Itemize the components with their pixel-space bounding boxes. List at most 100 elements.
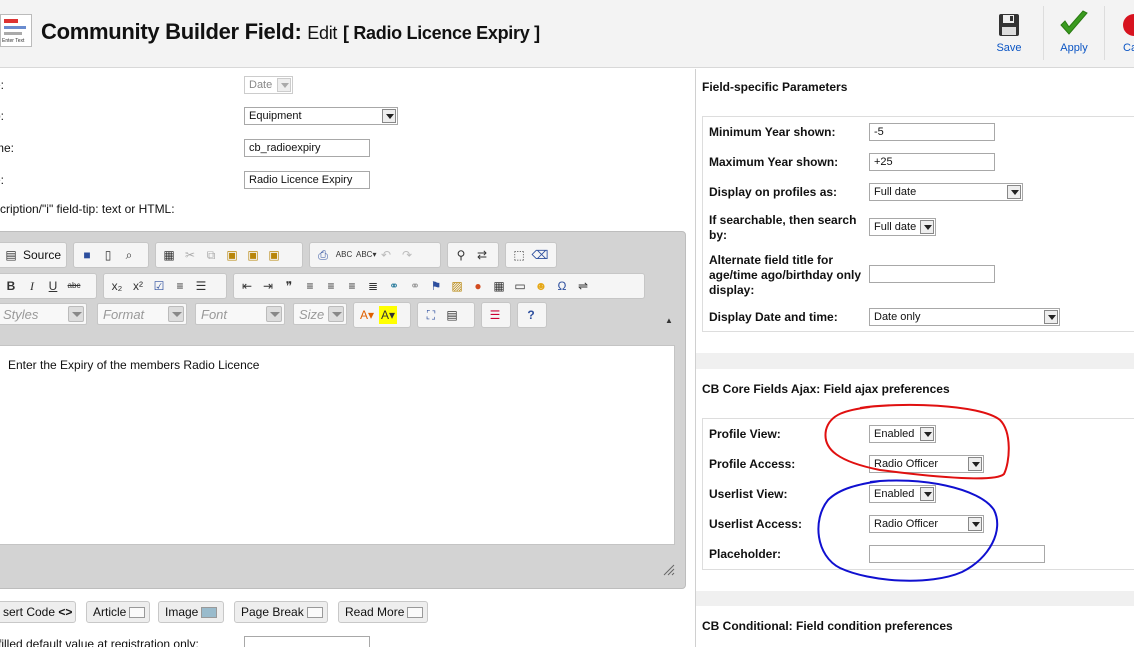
min-year-field[interactable]: -5 — [869, 123, 995, 141]
spellcheck-icon[interactable]: ABC — [335, 246, 353, 264]
table-icon[interactable]: ▦ — [490, 277, 508, 295]
align-center-icon[interactable]: ≡ — [322, 277, 340, 295]
select-all-icon[interactable]: ⬚ — [510, 246, 528, 264]
profile-access-value: Radio Officer — [874, 458, 938, 470]
undo-icon[interactable]: ↶ — [377, 246, 395, 264]
editor-content-area[interactable]: Enter the Expiry of the members Radio Li… — [0, 345, 675, 545]
paste-icon[interactable]: ▣ — [223, 246, 241, 264]
size-value: Size — [299, 307, 325, 322]
max-year-field[interactable]: +25 — [869, 153, 995, 171]
profile-access-select[interactable]: Radio Officer — [869, 455, 984, 473]
image-button[interactable]: Image — [158, 601, 224, 623]
copy-icon[interactable]: ⧉ — [202, 246, 220, 264]
special-char-icon[interactable]: Ω — [553, 277, 571, 295]
placeholder-field[interactable] — [869, 545, 1045, 563]
userlist-view-select[interactable]: Enabled — [869, 485, 936, 503]
strikethrough-icon[interactable]: abc — [65, 277, 83, 295]
page-break-label: Page Break — [241, 605, 304, 619]
underline-icon[interactable]: U — [44, 277, 62, 295]
paste-text-icon[interactable]: ▣ — [244, 246, 262, 264]
checkbox-icon[interactable]: ☑ — [150, 277, 168, 295]
save-button[interactable]: Save — [981, 8, 1037, 58]
spellcheck-as-you-type-icon[interactable]: ABC▾ — [356, 246, 376, 264]
default-value-field[interactable] — [244, 636, 370, 647]
help-icon[interactable]: ? — [522, 306, 540, 324]
save-icon[interactable]: ■ — [78, 246, 96, 264]
format-select[interactable]: Format — [97, 303, 187, 325]
format-block-toolbar: ☰ — [481, 302, 511, 328]
date-time-select[interactable]: Date only — [869, 308, 1060, 326]
print-icon[interactable]: ⎙ — [314, 246, 332, 264]
paste-word-icon[interactable]: ▣ — [265, 246, 283, 264]
rich-text-editor: ▤ Source ■ ▯ ⌕ ▦ ✂ ⧉ ▣ ▣ ▣ ⎙ ABC ABC▾ ↶ … — [0, 231, 686, 589]
styles-select[interactable]: Styles — [0, 303, 87, 325]
maximize-icon[interactable]: ⛶ — [422, 306, 440, 324]
profile-view-select[interactable]: Enabled — [869, 425, 936, 443]
blockquote-icon[interactable]: ❞ — [280, 277, 298, 295]
collapse-toolbar-icon[interactable]: ▲ — [665, 316, 673, 325]
align-left-icon[interactable]: ≡ — [301, 277, 319, 295]
tab-label: b: — [0, 109, 5, 123]
text-color-icon[interactable]: A▾ — [358, 306, 376, 324]
basic-style-toolbar: B I U abc — [0, 273, 97, 299]
unlink-icon[interactable]: ⚭ — [406, 277, 424, 295]
chevron-down-icon — [920, 427, 934, 441]
indent-icon[interactable]: ⇥ — [259, 277, 277, 295]
paragraph-insert-toolbar: ⇤ ⇥ ❞ ≡ ≡ ≡ ≣ ⚭ ⚭ ⚑ ▨ ● ▦ ▭ ☻ Ω ⇌ — [233, 273, 645, 299]
size-select[interactable]: Size — [293, 303, 347, 325]
alt-title-field[interactable] — [869, 265, 995, 283]
find-icon[interactable]: ⚲ — [452, 246, 470, 264]
page-break-icon[interactable]: ⇌ — [574, 277, 592, 295]
eraser-icon[interactable]: ⌫ — [531, 246, 549, 264]
background-color-icon[interactable]: A▾ — [379, 306, 397, 324]
source-button[interactable]: ▤ Source — [0, 242, 67, 268]
preview-icon[interactable]: ⌕ — [120, 246, 138, 264]
tab-select[interactable]: Equipment — [244, 107, 398, 125]
name-field[interactable]: cb_radioexpiry — [244, 139, 370, 157]
bulleted-list-icon[interactable]: ☰ — [192, 277, 210, 295]
remove-format-icon[interactable]: ☰ — [486, 306, 504, 324]
read-more-button[interactable]: Read More — [338, 601, 428, 623]
userlist-access-value: Radio Officer — [874, 518, 938, 530]
image-icon[interactable]: ▨ — [448, 277, 466, 295]
title-field[interactable]: Radio Licence Expiry — [244, 171, 370, 189]
chevron-down-icon — [68, 306, 84, 322]
type-select[interactable]: Date — [244, 76, 293, 94]
italic-icon[interactable]: I — [23, 277, 41, 295]
replace-icon[interactable]: ⇄ — [473, 246, 491, 264]
horizontal-rule-icon[interactable]: ▭ — [511, 277, 529, 295]
profile-view-label: Profile View: — [709, 427, 781, 441]
document-toolbar: ■ ▯ ⌕ — [73, 242, 149, 268]
cut-icon[interactable]: ✂ — [181, 246, 199, 264]
numbered-list-icon[interactable]: ≡ — [171, 277, 189, 295]
link-icon[interactable]: ⚭ — [385, 277, 403, 295]
flash-icon[interactable]: ● — [469, 277, 487, 295]
subscript-icon[interactable]: x₂ — [108, 277, 126, 295]
tab-value: Equipment — [249, 110, 302, 122]
article-button[interactable]: Article — [86, 601, 150, 623]
superscript-icon[interactable]: x² — [129, 277, 147, 295]
new-page-icon[interactable]: ▯ — [99, 246, 117, 264]
insert-code-label: sert Code — [3, 605, 56, 619]
bold-icon[interactable]: B — [2, 277, 20, 295]
resize-handle-icon[interactable] — [663, 564, 675, 576]
show-blocks-icon[interactable]: ▤ — [443, 306, 461, 324]
redo-icon[interactable]: ↷ — [398, 246, 416, 264]
apply-button[interactable]: Apply — [1046, 8, 1102, 58]
min-year-value: -5 — [874, 126, 884, 138]
insert-code-button[interactable]: sert Code <> — [0, 601, 76, 623]
anchor-flag-icon[interactable]: ⚑ — [427, 277, 445, 295]
outdent-icon[interactable]: ⇤ — [238, 277, 256, 295]
font-select[interactable]: Font — [195, 303, 285, 325]
display-profiles-select[interactable]: Full date — [869, 183, 1023, 201]
justify-icon[interactable]: ≣ — [364, 277, 382, 295]
searchable-select[interactable]: Full date — [869, 218, 936, 236]
page-break-button[interactable]: Page Break — [234, 601, 328, 623]
chevron-down-icon — [382, 109, 396, 123]
cancel-button[interactable]: Ca — [1106, 8, 1134, 58]
logo-text: Enter Text — [2, 38, 25, 44]
userlist-access-select[interactable]: Radio Officer — [869, 515, 984, 533]
templates-icon[interactable]: ▦ — [160, 246, 178, 264]
smiley-icon[interactable]: ☻ — [532, 277, 550, 295]
align-right-icon[interactable]: ≡ — [343, 277, 361, 295]
